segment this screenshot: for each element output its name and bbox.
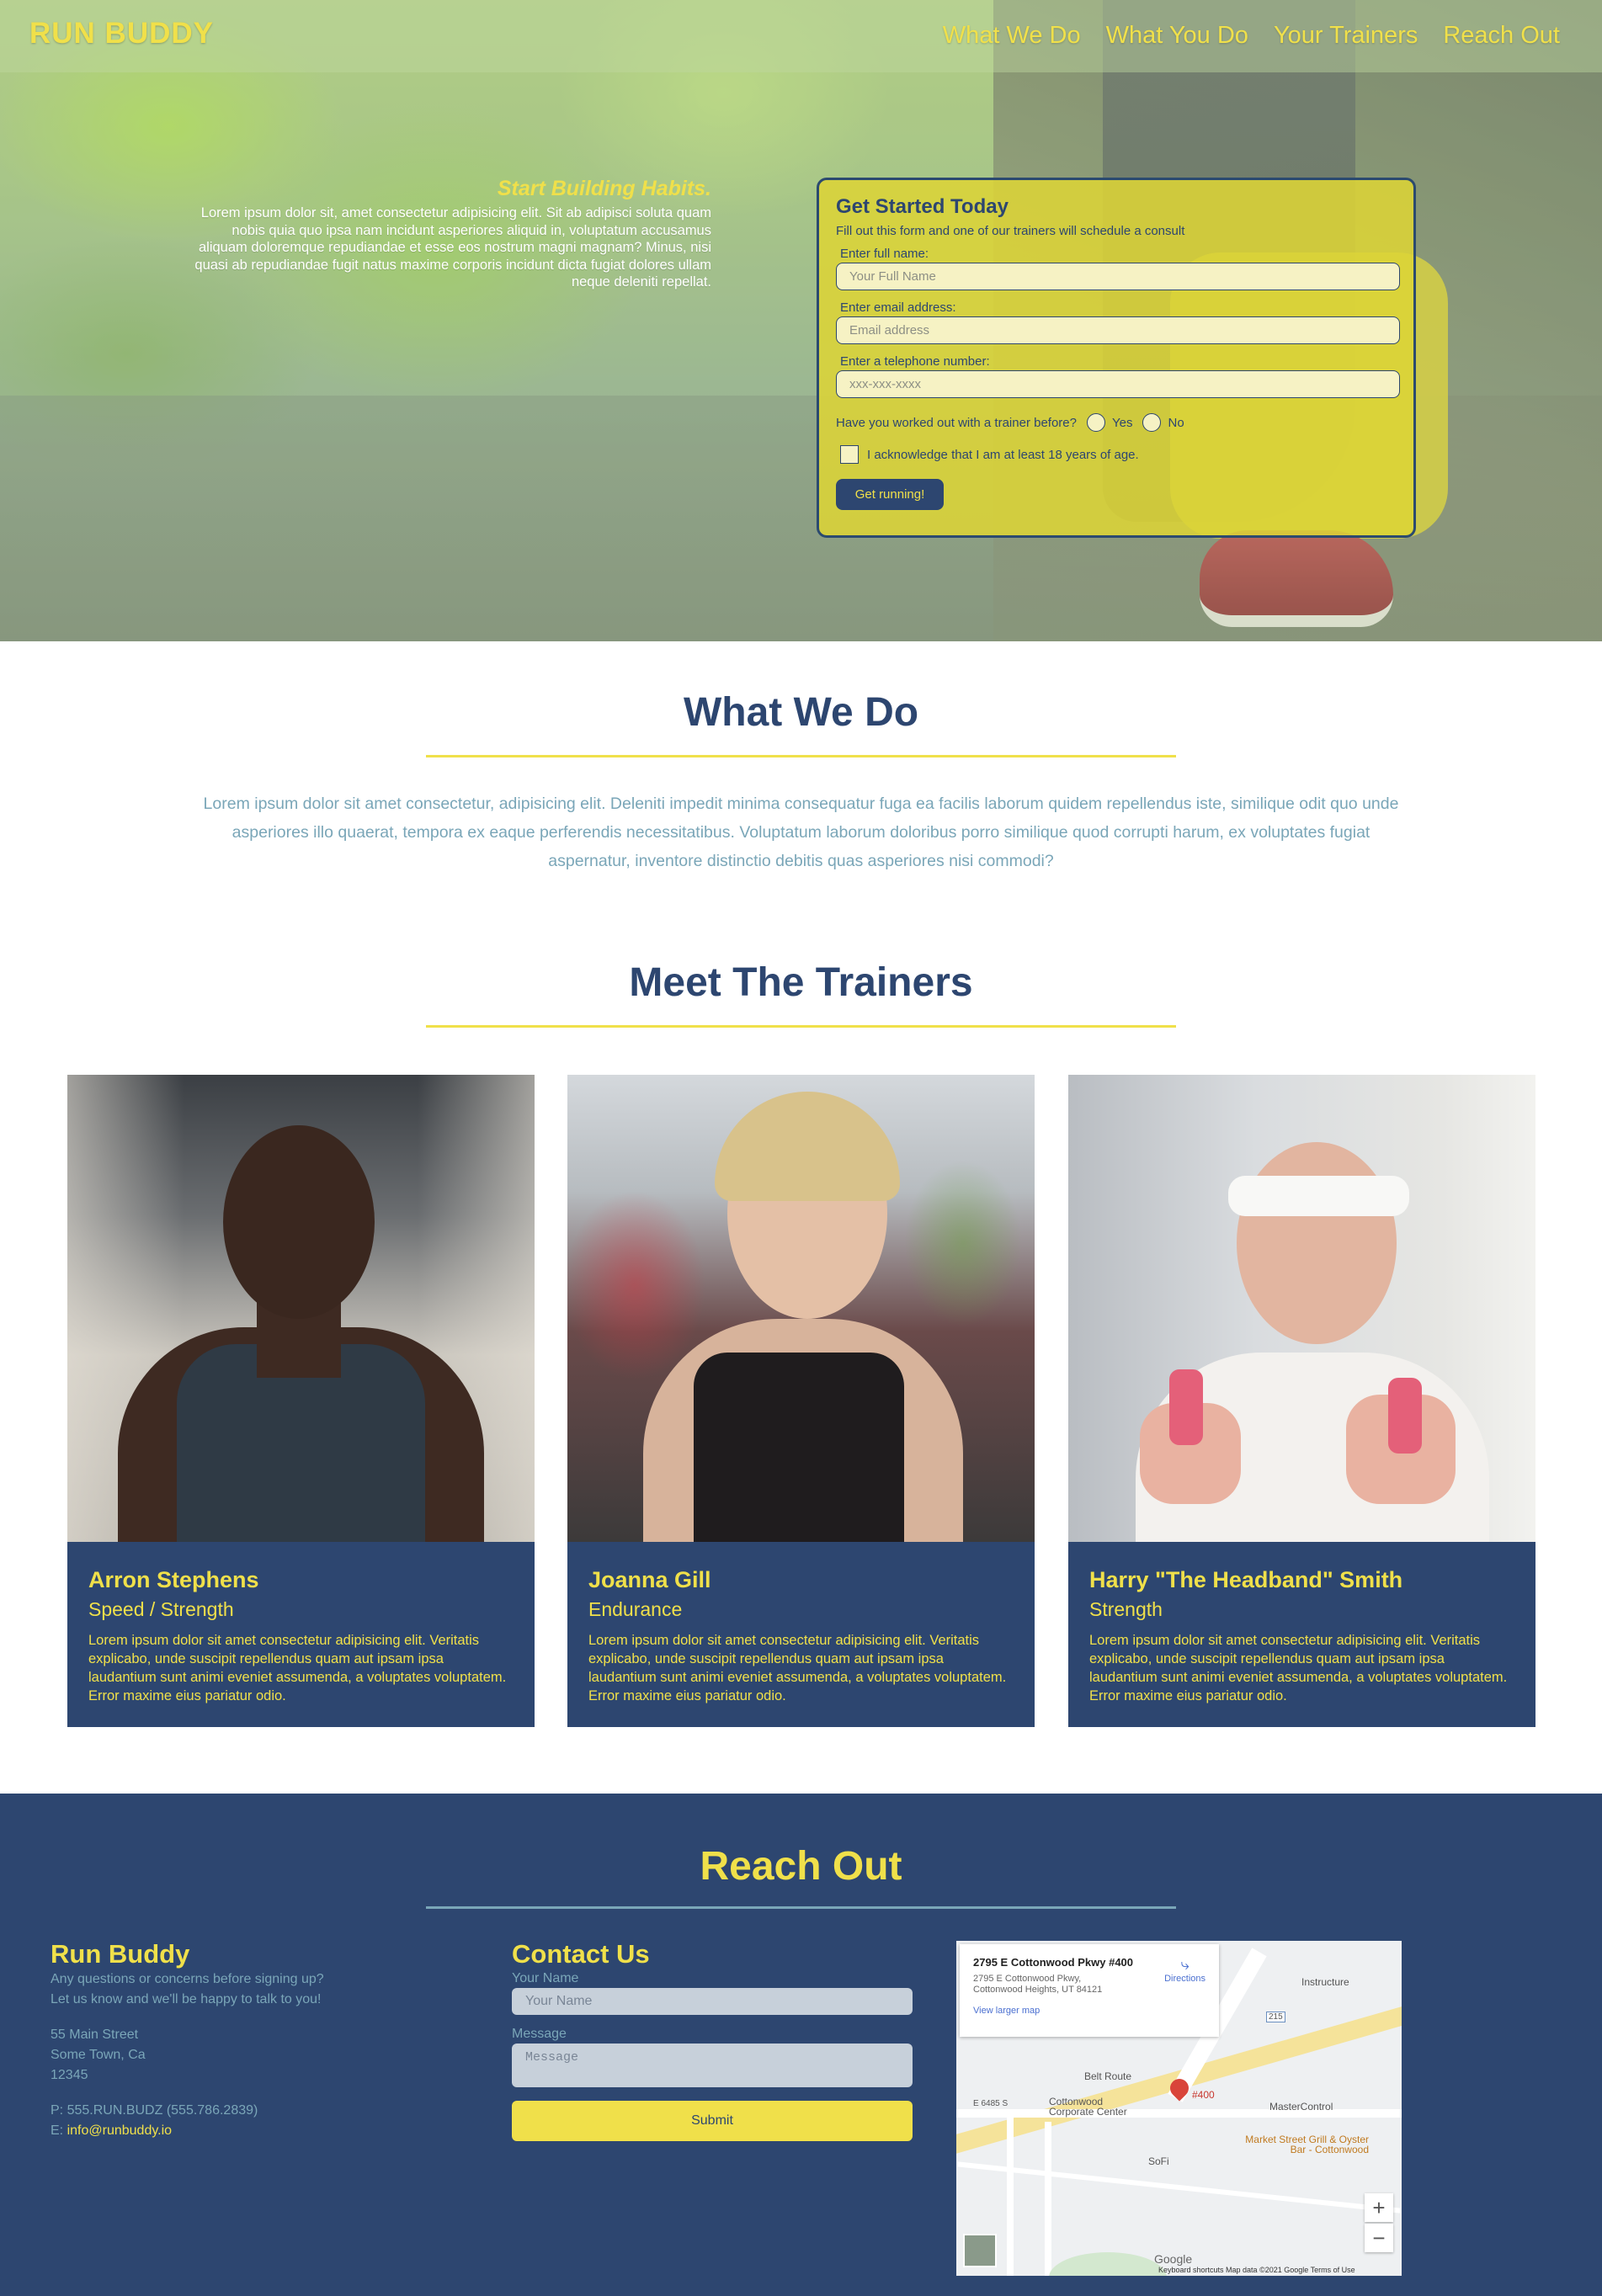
company-zip: 12345 <box>51 2068 88 2082</box>
zoom-in-button[interactable]: + <box>1365 2193 1393 2222</box>
phone-label: Enter a telephone number: <box>840 354 990 369</box>
main-nav: What We Do What You Do Your Trainers Rea… <box>943 22 1560 50</box>
google-logo: Google <box>1154 2252 1193 2266</box>
trainer-name: Joanna Gill <box>588 1567 711 1592</box>
trainer-photo-harry <box>1068 1075 1535 1542</box>
contact-title: Contact Us <box>512 1939 650 1969</box>
trainer-info: Arron Stephens Speed / Strength Lorem ip… <box>67 1542 535 1727</box>
site-logo[interactable]: RUN BUDDY <box>29 17 214 50</box>
what-we-do-text: Lorem ipsum dolor sit amet consectetur, … <box>203 795 1399 870</box>
contact-submit-button[interactable]: Submit <box>512 2101 913 2141</box>
directions-button[interactable]: ⤷ Directions <box>1164 1956 1205 1984</box>
trainer-card: Arron Stephens Speed / Strength Lorem ip… <box>67 1075 535 1727</box>
company-info: Run Buddy Any questions or concerns befo… <box>51 1939 455 2141</box>
map-label-e6485: E 6485 S <box>973 2099 1009 2108</box>
radio-no[interactable] <box>1142 413 1162 432</box>
company-city: Some Town, Ca <box>51 2048 146 2062</box>
company-line1: Any questions or concerns before signing… <box>51 1972 324 1986</box>
map-address-line2: 2795 E Cottonwood Pkwy, Cottonwood Heigh… <box>973 1974 1103 1995</box>
hero-section: RUN BUDDY What We Do What You Do Your Tr… <box>0 0 1602 641</box>
hero-copy: Start Building Habits. Lorem ipsum dolor… <box>189 177 711 291</box>
map-road <box>1007 2118 1014 2276</box>
map-label-belt-route: Belt Route <box>1084 2070 1132 2082</box>
map-footer: Keyboard shortcuts Map data ©2021 Google… <box>1158 2266 1355 2274</box>
map-label-market: Market Street Grill & Oyster Bar - Cotto… <box>1245 2134 1369 2155</box>
form-title: Get Started Today <box>836 195 1009 218</box>
map-park <box>1049 2252 1167 2276</box>
trainers-title: Meet The Trainers <box>629 960 973 1005</box>
signup-form: Get Started Today Fill out this form and… <box>817 178 1416 538</box>
company-phone: P: 555.RUN.BUDZ (555.786.2839) <box>51 2103 258 2118</box>
directions-icon: ⤷ <box>1180 1956 1190 1973</box>
full-name-input[interactable]: Your Full Name <box>836 263 1400 290</box>
contact-form: Contact Us Your Name Your Name Message M… <box>512 1939 913 2141</box>
trainer-info: Harry "The Headband" Smith Strength Lore… <box>1068 1542 1535 1727</box>
header-bar: RUN BUDDY What We Do What You Do Your Tr… <box>0 0 1602 72</box>
trainer-bio: Lorem ipsum dolor sit amet consectetur a… <box>588 1633 1007 1703</box>
nav-link-your-trainers[interactable]: Your Trainers <box>1274 22 1418 50</box>
trainer-question: Have you worked out with a trainer befor… <box>836 415 1077 430</box>
what-we-do-title: What We Do <box>683 690 919 735</box>
age-ack-label: I acknowledge that I am at least 18 year… <box>867 447 1139 462</box>
company-email-row: E: info@runbuddy.io <box>51 2121 455 2141</box>
trainer-card: Joanna Gill Endurance Lorem ipsum dolor … <box>567 1075 1035 1727</box>
radio-yes[interactable] <box>1087 413 1105 432</box>
company-street: 55 Main Street <box>51 2028 139 2042</box>
trainer-specialty: Strength <box>1089 1598 1163 1620</box>
map-road <box>1045 2122 1051 2276</box>
map-label-mastercontrol: MasterControl <box>1269 2101 1333 2113</box>
radio-no-label: No <box>1168 415 1184 430</box>
trainer-bio: Lorem ipsum dolor sit amet consectetur a… <box>1089 1633 1508 1703</box>
map-road <box>957 2161 1401 2214</box>
what-we-do-divider <box>426 755 1176 757</box>
hero-paragraph: Lorem ipsum dolor sit, amet consectetur … <box>194 205 711 290</box>
nav-link-what-you-do[interactable]: What You Do <box>1106 22 1248 50</box>
email-label: Enter email address: <box>840 300 956 315</box>
trainer-specialty: Endurance <box>588 1598 683 1620</box>
directions-label: Directions <box>1164 1974 1205 1984</box>
view-larger-map-link[interactable]: View larger map <box>973 2006 1205 2016</box>
map-satellite-toggle[interactable] <box>963 2234 997 2267</box>
zoom-out-button[interactable]: − <box>1365 2224 1393 2252</box>
map-road <box>956 2109 1402 2118</box>
map-label-sofi: SoFi <box>1148 2155 1169 2167</box>
trainer-info: Joanna Gill Endurance Lorem ipsum dolor … <box>567 1542 1035 1727</box>
trainer-name: Harry "The Headband" Smith <box>1089 1567 1403 1592</box>
map-label-instructure: Instructure <box>1301 1976 1349 1988</box>
location-map[interactable]: 2795 E Cottonwood Pkwy #400 2795 E Cotto… <box>956 1941 1402 2276</box>
contact-message-label: Message <box>512 2027 567 2041</box>
map-label-cottonwood: Cottonwood Corporate Center <box>1049 2096 1127 2118</box>
radio-yes-label: Yes <box>1112 415 1133 430</box>
phone-input[interactable]: xxx-xxx-xxxx <box>836 370 1400 398</box>
company-line2: Let us know and we'll be happy to talk t… <box>51 1992 322 2006</box>
email-prefix: E: <box>51 2123 64 2138</box>
email-input[interactable]: Email address <box>836 316 1400 344</box>
email-link[interactable]: info@runbuddy.io <box>67 2123 172 2138</box>
age-ack-checkbox[interactable] <box>840 445 859 464</box>
reach-out-divider <box>426 1906 1176 1909</box>
map-label-pin: #400 <box>1192 2089 1215 2101</box>
trainer-photo-joanna <box>567 1075 1035 1542</box>
trainer-photo-arron <box>67 1075 535 1542</box>
trainer-bio: Lorem ipsum dolor sit amet consectetur a… <box>88 1633 507 1703</box>
trainer-card: Harry "The Headband" Smith Strength Lore… <box>1068 1075 1535 1727</box>
form-subtitle: Fill out this form and one of our traine… <box>836 224 1185 238</box>
contact-name-label: Your Name <box>512 1971 579 1985</box>
trainer-name: Arron Stephens <box>88 1567 259 1592</box>
map-label-highway: 215 <box>1266 2012 1285 2022</box>
get-running-button[interactable]: Get running! <box>836 479 944 510</box>
map-info-card: 2795 E Cottonwood Pkwy #400 2795 E Cotto… <box>960 1944 1219 2037</box>
contact-name-input[interactable]: Your Name <box>512 1988 913 2015</box>
reach-out-title: Reach Out <box>700 1844 902 1889</box>
nav-link-what-we-do[interactable]: What We Do <box>943 22 1081 50</box>
contact-message-textarea[interactable]: Message <box>512 2044 913 2087</box>
hero-heading: Start Building Habits. <box>497 177 711 200</box>
trainer-specialty: Speed / Strength <box>88 1598 234 1620</box>
trainers-divider <box>426 1025 1176 1028</box>
trainer-question-row: Have you worked out with a trainer befor… <box>836 413 1397 432</box>
age-ack-row: I acknowledge that I am at least 18 year… <box>836 445 1397 464</box>
nav-link-reach-out[interactable]: Reach Out <box>1443 22 1560 50</box>
company-name: Run Buddy <box>51 1939 190 1969</box>
name-label: Enter full name: <box>840 247 929 261</box>
